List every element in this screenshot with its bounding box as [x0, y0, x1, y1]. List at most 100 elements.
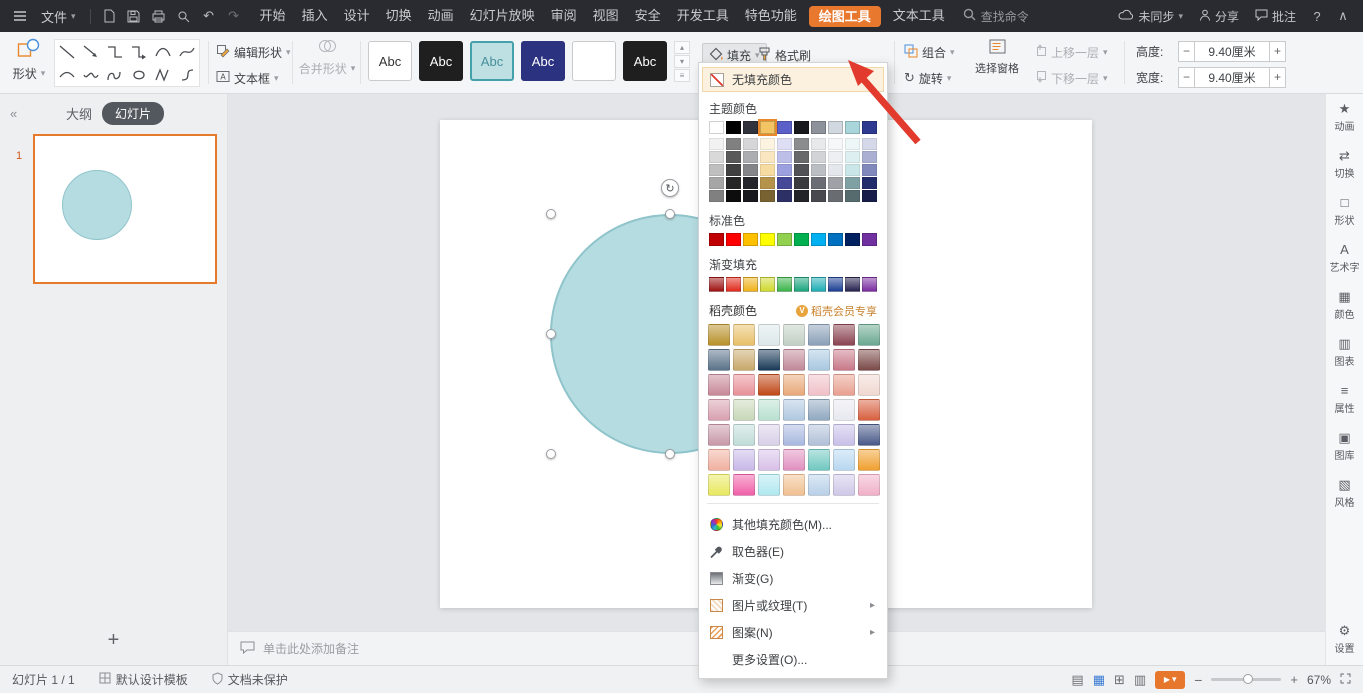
undo-icon[interactable]: ↶ [197, 5, 221, 27]
selection-pane-button[interactable]: 选择窗格 [968, 39, 1026, 76]
docer-color-swatch[interactable] [808, 399, 830, 421]
docer-color-swatch[interactable] [858, 474, 880, 496]
edit-shape-button[interactable]: 编辑形状 ▾ [216, 41, 291, 63]
docer-color-swatch[interactable] [858, 449, 880, 471]
elbow-arrow-connector-icon[interactable] [127, 40, 151, 63]
standard-color-swatch[interactable] [862, 233, 877, 246]
menu-item[interactable]: 文本工具 [885, 0, 953, 32]
theme-tint-swatch[interactable] [862, 190, 877, 202]
docer-color-swatch[interactable] [758, 424, 780, 446]
theme-color-swatch[interactable] [709, 121, 724, 134]
menu-item[interactable]: 开发工具 [669, 0, 737, 32]
docer-color-swatch[interactable] [808, 449, 830, 471]
docer-color-swatch[interactable] [833, 424, 855, 446]
sidebar-item-color[interactable]: ▦ 颜色 [1326, 282, 1363, 329]
theme-color-swatch[interactable] [828, 121, 843, 134]
docer-color-swatch[interactable] [783, 324, 805, 346]
document-protection-button[interactable]: 文档未保护 [212, 671, 288, 688]
textbox-button[interactable]: A 文本框 ▾ [216, 67, 279, 89]
width-increase-button[interactable]: + [1269, 66, 1286, 88]
collapse-panel-button[interactable]: « [10, 106, 30, 121]
docer-color-swatch[interactable] [808, 349, 830, 371]
send-backward-button[interactable]: 下移一层 ▾ [1034, 67, 1108, 89]
theme-color-swatch[interactable] [862, 121, 877, 134]
pattern-item[interactable]: 图案(N) ▸ [699, 619, 887, 646]
docer-color-swatch[interactable] [733, 474, 755, 496]
shape-style-preset[interactable]: Abc [521, 41, 565, 81]
theme-color-swatch[interactable] [758, 119, 777, 136]
gradient-color-swatch[interactable] [828, 277, 843, 292]
menu-item[interactable]: 设计 [336, 0, 378, 32]
standard-color-swatch[interactable] [709, 233, 724, 246]
theme-tint-swatch[interactable] [828, 138, 843, 150]
theme-tint-swatch[interactable] [862, 164, 877, 176]
docer-color-swatch[interactable] [858, 324, 880, 346]
slideshow-play-button[interactable]: ▶ ▾ [1155, 670, 1186, 689]
theme-tint-swatch[interactable] [760, 151, 775, 163]
merge-shapes-button[interactable]: 合并形状 ▾ [299, 38, 355, 77]
no-fill-color-item[interactable]: 无填充颜色 [702, 67, 884, 92]
docer-color-swatch[interactable] [833, 399, 855, 421]
resize-handle-bottom-center[interactable] [665, 449, 675, 459]
eyedropper-item[interactable]: 取色器(E) [699, 538, 887, 565]
gallery-more-icon[interactable]: ≡ [674, 69, 690, 82]
theme-tint-swatch[interactable] [828, 177, 843, 189]
new-file-icon[interactable] [97, 5, 121, 27]
rotation-handle[interactable]: ↻ [661, 179, 679, 197]
gradient-color-swatch[interactable] [726, 277, 741, 292]
print-preview-icon[interactable] [172, 5, 196, 27]
theme-tint-swatch[interactable] [862, 177, 877, 189]
theme-tint-swatch[interactable] [726, 164, 741, 176]
menu-item[interactable]: 动画 [420, 0, 462, 32]
theme-tint-swatch[interactable] [777, 190, 792, 202]
docer-color-swatch[interactable] [808, 474, 830, 496]
width-value[interactable]: 9.40厘米 [1195, 66, 1269, 88]
file-menu[interactable]: 文件 ▾ [33, 7, 84, 26]
theme-color-swatch[interactable] [743, 121, 758, 134]
theme-tint-swatch[interactable] [845, 177, 860, 189]
docer-color-swatch[interactable] [733, 399, 755, 421]
loop-shape-icon[interactable] [127, 63, 151, 86]
docer-color-swatch[interactable] [808, 374, 830, 396]
docer-color-swatch[interactable] [708, 474, 730, 496]
docer-color-swatch[interactable] [833, 474, 855, 496]
menu-item[interactable]: 审阅 [543, 0, 585, 32]
theme-tint-swatch[interactable] [726, 177, 741, 189]
hamburger-menu-icon[interactable] [8, 5, 32, 27]
rotate-button[interactable]: ↻ 旋转 ▾ [904, 67, 951, 89]
arrow-shape-icon[interactable] [79, 40, 103, 63]
theme-tint-swatch[interactable] [777, 151, 792, 163]
theme-tint-swatch[interactable] [743, 190, 758, 202]
sidebar-item-chart[interactable]: ▥ 图表 [1326, 329, 1363, 376]
print-icon[interactable] [147, 5, 171, 27]
theme-tint-swatch[interactable] [811, 138, 826, 150]
theme-tint-swatch[interactable] [828, 164, 843, 176]
share-button[interactable]: 分享 [1192, 8, 1246, 25]
tab-slides[interactable]: 幻灯片 [102, 101, 165, 125]
docer-color-swatch[interactable] [733, 324, 755, 346]
theme-tint-swatch[interactable] [794, 151, 809, 163]
docer-color-swatch[interactable] [783, 474, 805, 496]
theme-tint-swatch[interactable] [794, 177, 809, 189]
theme-tint-swatch[interactable] [726, 138, 741, 150]
gradient-color-swatch[interactable] [760, 277, 775, 292]
sidebar-item-style[interactable]: ▧ 风格 [1326, 470, 1363, 517]
theme-tint-swatch[interactable] [845, 138, 860, 150]
theme-tint-swatch[interactable] [862, 151, 877, 163]
sidebar-item-animation[interactable]: ★ 动画 [1326, 94, 1363, 141]
shape-line-gallery[interactable] [54, 39, 200, 87]
docer-color-swatch[interactable] [858, 424, 880, 446]
squiggle-shape-icon[interactable] [103, 63, 127, 86]
gradient-color-swatch[interactable] [709, 277, 724, 292]
tab-outline[interactable]: 大纲 [66, 104, 92, 123]
theme-tint-swatch[interactable] [726, 151, 741, 163]
theme-tint-swatch[interactable] [709, 151, 724, 163]
theme-tint-swatch[interactable] [811, 177, 826, 189]
docer-color-swatch[interactable] [783, 449, 805, 471]
docer-color-swatch[interactable] [708, 324, 730, 346]
save-icon[interactable] [122, 5, 146, 27]
redo-icon[interactable]: ↷ [222, 5, 246, 27]
theme-tint-swatch[interactable] [845, 164, 860, 176]
docer-color-swatch[interactable] [783, 349, 805, 371]
theme-tint-swatch[interactable] [794, 138, 809, 150]
